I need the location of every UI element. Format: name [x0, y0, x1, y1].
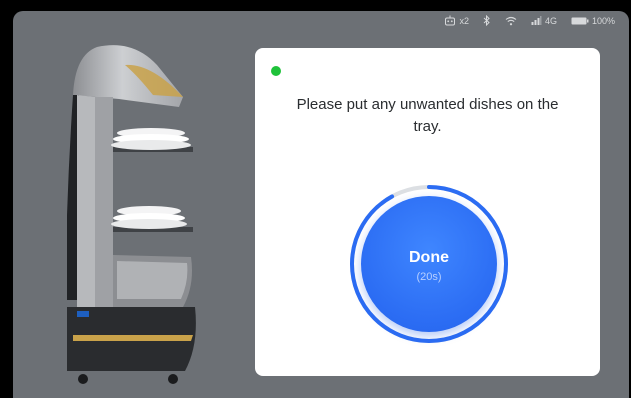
network-label: 4G [544, 15, 557, 26]
instruction-message: Please put any unwanted dishes on the tr… [296, 96, 559, 135]
robot-screen: x2 4G 100% Please put any unwanted dishe… [13, 11, 629, 398]
status-bar: x2 4G 100% [444, 15, 615, 26]
done-button[interactable]: Done (20s) [361, 196, 497, 332]
signal-icon [531, 16, 542, 25]
countdown-label: (20s) [416, 271, 442, 283]
wifi-icon [505, 16, 517, 25]
done-label: Done [409, 249, 449, 266]
status-indicator [271, 66, 281, 76]
battery-icon [571, 17, 589, 24]
robot-count-label: x2 [459, 15, 469, 26]
bluetooth-icon [483, 15, 490, 26]
battery-status: 100% [571, 16, 615, 26]
robot-illustration [67, 45, 196, 384]
network-status: 4G [531, 16, 557, 26]
battery-label: 100% [591, 15, 615, 26]
robot-icon [445, 15, 456, 26]
dialog-card: Please put any unwanted dishes on the tr… [255, 48, 600, 376]
robot-count-status: x2 [444, 15, 469, 26]
